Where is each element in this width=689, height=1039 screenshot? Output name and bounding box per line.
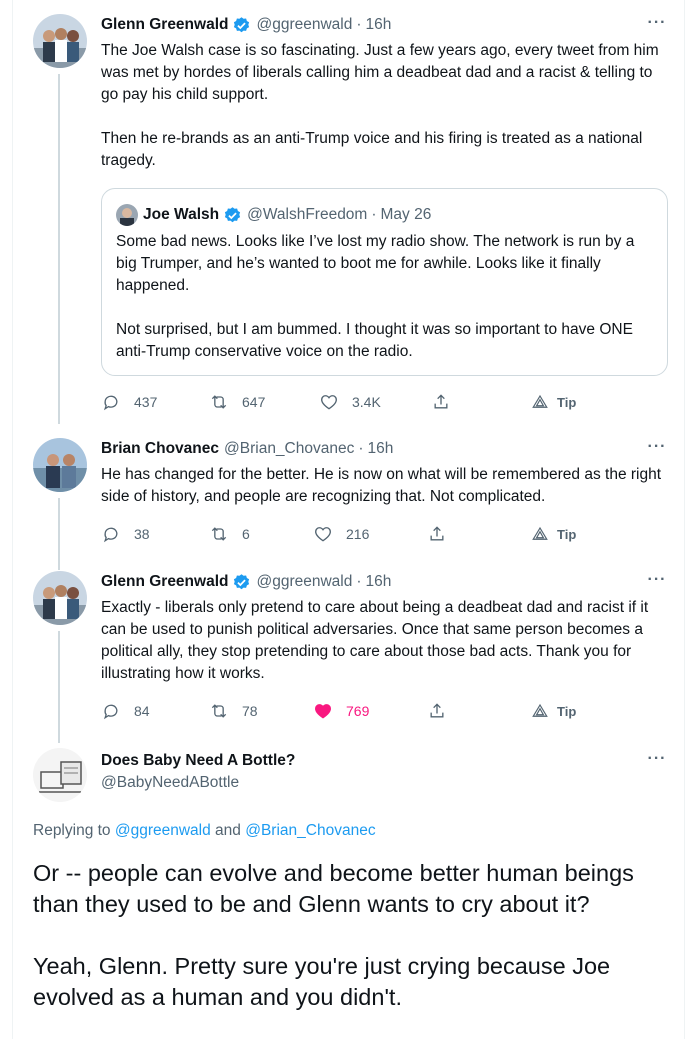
reply-icon <box>103 395 118 411</box>
tweet-header: Does Baby Need A Bottle? <box>101 750 668 772</box>
replying-prefix: Replying to <box>33 822 115 839</box>
tweet-text: He has changed for the better. He is now… <box>101 466 662 505</box>
share-button[interactable] <box>431 390 451 414</box>
like-count: 216 <box>346 526 370 542</box>
avatar[interactable] <box>33 438 87 492</box>
tweet-actions: 84 78 769 Tip <box>101 699 668 723</box>
verified-badge-icon <box>234 16 250 32</box>
quoted-tweet[interactable]: Joe Walsh @WalshFreedom · May 26 Some ba… <box>101 188 668 376</box>
like-icon <box>315 527 331 542</box>
avatar[interactable] <box>33 571 87 625</box>
separator-dot: · <box>356 573 362 590</box>
replying-user-link[interactable]: @Brian_Chovanec <box>245 822 375 839</box>
like-count: 769 <box>346 703 370 719</box>
tweet-text: Exactly - liberals only pretend to care … <box>101 599 649 682</box>
tip-button[interactable]: Tip <box>531 390 576 414</box>
tip-icon <box>532 394 548 408</box>
verified-badge-icon <box>224 206 241 222</box>
tip-icon <box>532 526 548 540</box>
author-handle[interactable]: @Brian_Chovanec <box>224 438 354 460</box>
tweet[interactable]: Glenn Greenwald @ggreenwald · 16h ··· Th… <box>33 14 668 424</box>
timestamp[interactable]: 16h <box>366 571 392 593</box>
reply-button[interactable]: 84 <box>101 699 150 723</box>
reply-button[interactable]: 38 <box>101 522 150 546</box>
share-button[interactable] <box>427 699 447 723</box>
timestamp[interactable]: 16h <box>366 14 392 36</box>
retweet-icon <box>211 704 227 718</box>
quote-author-handle: @WalshFreedom <box>247 206 368 223</box>
thread-line <box>58 498 60 570</box>
share-button[interactable] <box>427 522 447 546</box>
thread-line <box>58 74 60 424</box>
tweet-header: Glenn Greenwald @ggreenwald · 16h <box>101 571 668 593</box>
quote-text: Some bad news. Looks like I’ve lost my r… <box>116 233 635 360</box>
tweet-actions: 437 647 3.4K Tip <box>101 390 668 414</box>
reply-count: 437 <box>134 394 158 410</box>
verified-badge-icon <box>234 573 250 589</box>
separator-dot: · <box>358 440 364 457</box>
tweet[interactable]: Brian Chovanec @Brian_Chovanec · 16h ···… <box>33 438 668 570</box>
avatar[interactable] <box>33 14 87 68</box>
quote-author-name: Joe Walsh <box>143 206 220 223</box>
tip-label: Tip <box>557 394 577 410</box>
like-button[interactable]: 216 <box>313 522 369 546</box>
author-handle[interactable]: @ggreenwald <box>256 14 352 36</box>
more-icon[interactable]: ··· <box>646 15 668 38</box>
thread-line <box>58 631 60 743</box>
author-name[interactable]: Glenn Greenwald <box>101 571 228 593</box>
separator-dot: · <box>356 16 362 33</box>
like-icon <box>321 395 337 410</box>
timestamp[interactable]: 16h <box>368 438 394 460</box>
more-icon[interactable]: ··· <box>646 751 668 774</box>
replying-to: Replying to @ggreenwald and @Brian_Chova… <box>33 822 376 840</box>
quote-avatar <box>116 204 138 226</box>
tweet-actions: 38 6 216 Tip <box>101 522 668 546</box>
retweet-icon <box>211 527 227 541</box>
replying-and: and <box>210 822 246 839</box>
author-handle[interactable]: @ggreenwald <box>256 571 352 593</box>
like-button[interactable]: 3.4K <box>319 390 381 414</box>
retweet-button[interactable]: 647 <box>209 390 265 414</box>
author-name[interactable]: Does Baby Need A Bottle? <box>101 750 295 772</box>
share-icon <box>434 394 448 409</box>
share-icon <box>430 703 444 718</box>
retweet-button[interactable]: 78 <box>209 699 258 723</box>
like-button[interactable]: 769 <box>313 699 369 723</box>
quote-timestamp: May 26 <box>380 206 432 223</box>
tip-button[interactable]: Tip <box>531 522 576 546</box>
share-icon <box>430 526 444 541</box>
tip-label: Tip <box>557 526 577 542</box>
reply-icon <box>103 704 118 720</box>
tweet[interactable]: Glenn Greenwald @ggreenwald · 16h ··· Ex… <box>33 571 668 743</box>
like-count: 3.4K <box>352 394 381 410</box>
tweet-header: Glenn Greenwald @ggreenwald · 16h <box>101 14 668 36</box>
focused-tweet-text: Or -- people can evolve and become bette… <box>33 860 634 1010</box>
like-icon <box>315 704 331 719</box>
tweet-text: The Joe Walsh case is so fascinating. Ju… <box>101 42 659 169</box>
tweet-header: Brian Chovanec @Brian_Chovanec · 16h <box>101 438 668 460</box>
retweet-count: 647 <box>242 394 266 410</box>
separator-dot: · <box>371 206 377 223</box>
author-name[interactable]: Brian Chovanec <box>101 438 219 460</box>
more-icon[interactable]: ··· <box>646 572 668 595</box>
retweet-icon <box>211 395 227 409</box>
tip-button[interactable]: Tip <box>531 699 576 723</box>
tip-label: Tip <box>557 703 577 719</box>
reply-button[interactable]: 437 <box>101 390 157 414</box>
retweet-button[interactable]: 6 <box>209 522 250 546</box>
author-handle[interactable]: @BabyNeedABottle <box>101 772 239 794</box>
tweet-header: @BabyNeedABottle <box>101 772 668 794</box>
tip-icon <box>532 703 548 717</box>
reply-count: 84 <box>134 703 150 719</box>
retweet-count: 6 <box>242 526 250 542</box>
avatar[interactable] <box>33 748 87 802</box>
replying-user-link[interactable]: @ggreenwald <box>115 822 211 839</box>
more-icon[interactable]: ··· <box>646 439 668 462</box>
reply-icon <box>103 527 118 543</box>
reply-count: 38 <box>134 526 150 542</box>
retweet-count: 78 <box>242 703 258 719</box>
author-name[interactable]: Glenn Greenwald <box>101 14 228 36</box>
focused-tweet: Does Baby Need A Bottle? @BabyNeedABottl… <box>33 748 668 808</box>
timeline-column: Glenn Greenwald @ggreenwald · 16h ··· Th… <box>12 0 685 1039</box>
